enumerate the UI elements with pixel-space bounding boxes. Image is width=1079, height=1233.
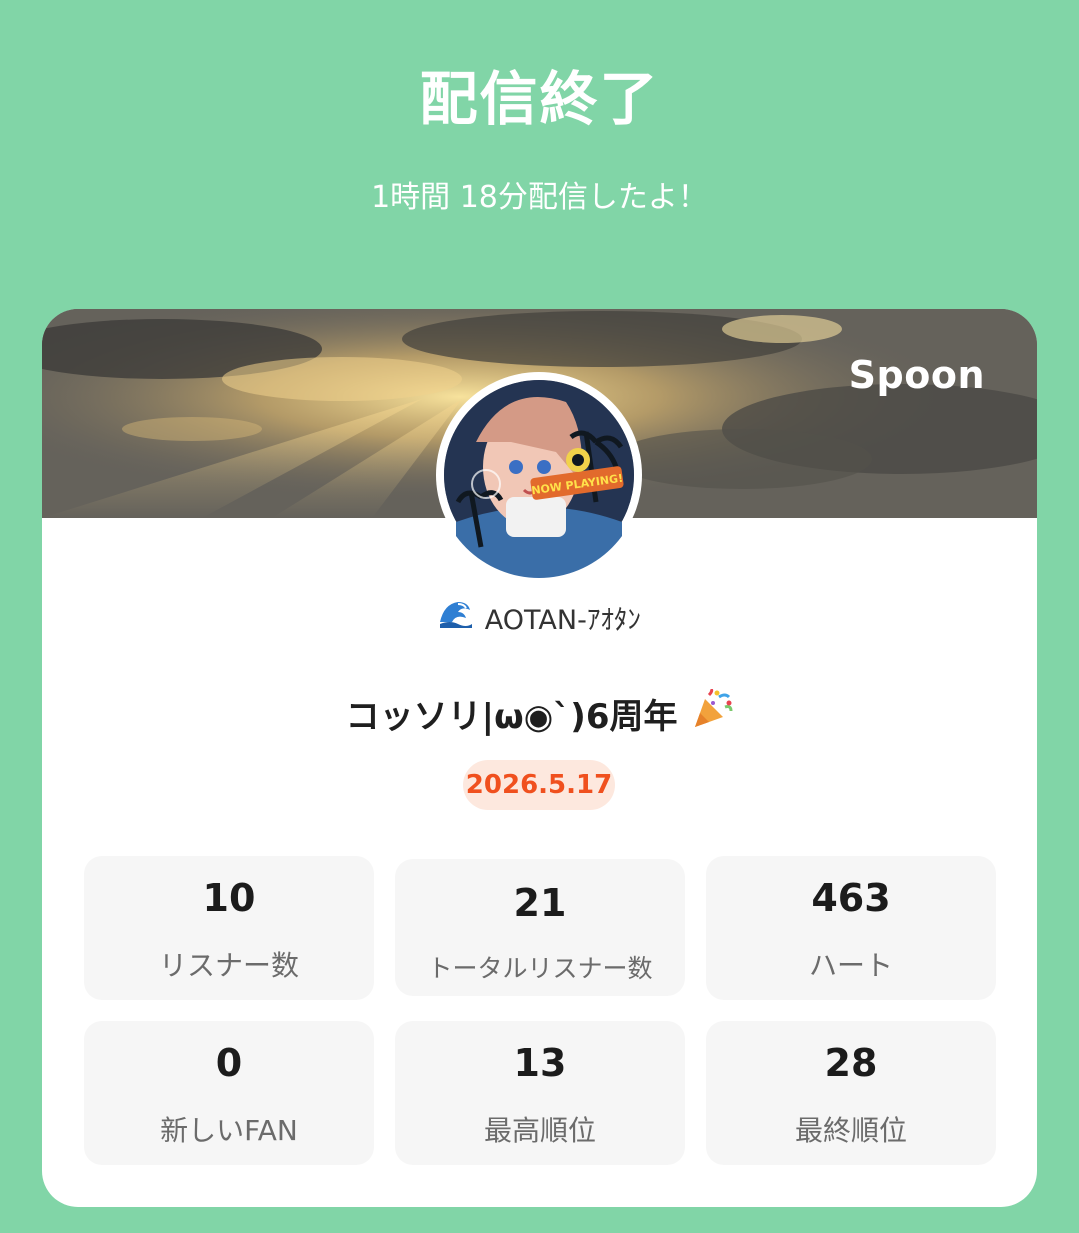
stat-value: 0 (215, 1041, 243, 1085)
avatar[interactable]: NOW PLAYING! (436, 372, 642, 578)
stat-label: トータルリスナー数 (427, 954, 653, 983)
live-title-row: コッソリ|ω◉`)6周年 (42, 687, 1037, 738)
live-summary-card: Spoon NOW PLAYING! AOTAN-ｱｵﾀﾝ コッソリ|ω◉`)6… (42, 309, 1037, 1207)
page-title: 配信終了 (419, 65, 660, 133)
stat-highest-rank: 13 最高順位 (395, 1021, 685, 1165)
stat-label: 新しいFAN (160, 1114, 298, 1147)
stat-hearts: 463 ハート (706, 856, 996, 1000)
stat-label: 最高順位 (483, 1114, 596, 1147)
stat-label: 最終順位 (794, 1114, 907, 1147)
stat-value: 28 (824, 1041, 878, 1085)
party-popper-icon (691, 687, 733, 738)
stat-final-rank: 28 最終順位 (706, 1021, 996, 1165)
live-title: コッソリ|ω◉`)6周年 (345, 697, 678, 737)
stat-listeners: 10 リスナー数 (84, 856, 374, 1000)
page-subtitle: 1時間 18分配信したよ！ (371, 180, 708, 215)
stat-new-fans: 0 新しいFAN (84, 1021, 374, 1165)
spoon-logo: Spoon (848, 353, 985, 397)
username[interactable]: AOTAN-ｱｵﾀﾝ (485, 605, 641, 636)
username-row: AOTAN-ｱｵﾀﾝ (42, 598, 1037, 637)
stat-value: 21 (513, 881, 567, 925)
wave-emoji-icon (438, 598, 474, 637)
stat-label: ハート (808, 949, 893, 982)
stat-total-listeners: 21 トータルリスナー数 (395, 859, 685, 996)
stat-label: リスナー数 (158, 949, 299, 982)
stat-value: 13 (513, 1041, 567, 1085)
stat-value: 10 (202, 876, 256, 920)
date-badge: 2026.5.17 (463, 760, 615, 810)
stat-value: 463 (811, 876, 891, 920)
